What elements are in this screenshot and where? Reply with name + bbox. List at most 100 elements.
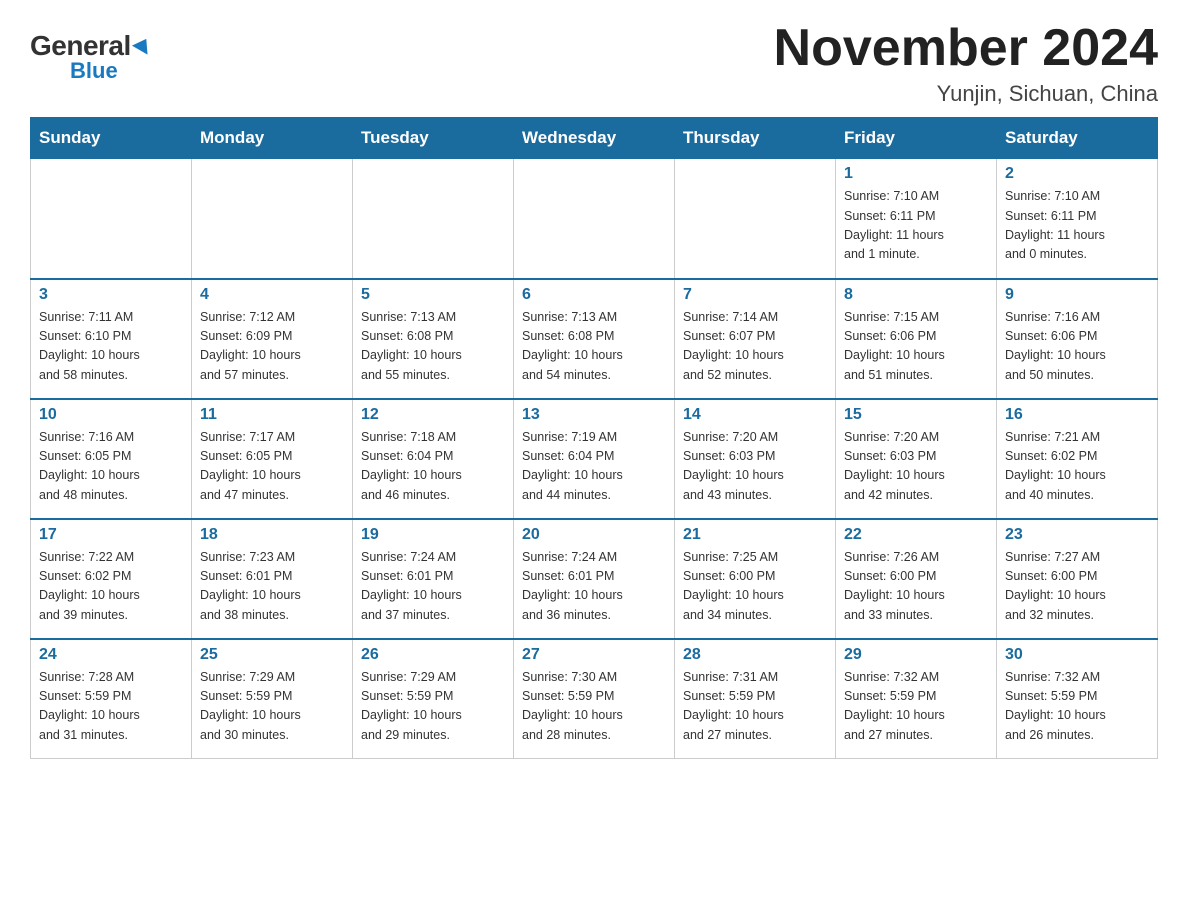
calendar-day-cell: 22 Sunrise: 7:26 AM Sunset: 6:00 PM Dayli…: [836, 519, 997, 639]
calendar-day-cell: 5Sunrise: 7:13 AM Sunset: 6:08 PM Daylig…: [353, 279, 514, 399]
day-info: Sunrise: 7:10 AM Sunset: 6:11 PM Dayligh…: [844, 187, 988, 265]
calendar-header-saturday: Saturday: [997, 118, 1158, 159]
day-info: Sunrise: 7:14 AM Sunset: 6:07 PM Dayligh…: [683, 308, 827, 386]
day-info: Sunrise: 7:26 AM Sunset: 6:00 PM Dayligh…: [844, 548, 988, 626]
calendar-day-cell: 25 Sunrise: 7:29 AM Sunset: 5:59 PM Dayli…: [192, 639, 353, 759]
day-info: Sunrise: 7:20 AM Sunset: 6:03 PM Dayligh…: [683, 428, 827, 506]
day-number: 14: [683, 406, 827, 424]
day-number: 11: [200, 406, 344, 424]
day-number: 26: [361, 646, 505, 664]
calendar-day-cell: 4Sunrise: 7:12 AM Sunset: 6:09 PM Daylig…: [192, 279, 353, 399]
calendar-day-cell: 15Sunrise: 7:20 AM Sunset: 6:03 PM Dayli…: [836, 399, 997, 519]
calendar-table: SundayMondayTuesdayWednesdayThursdayFrid…: [30, 117, 1158, 759]
day-info: Sunrise: 7:31 AM Sunset: 5:59 PM Dayligh…: [683, 668, 827, 746]
day-number: 9: [1005, 286, 1149, 304]
calendar-day-cell: 2 Sunrise: 7:10 AM Sunset: 6:11 PM Daylig…: [997, 159, 1158, 279]
calendar-day-cell: 17Sunrise: 7:22 AM Sunset: 6:02 PM Dayli…: [31, 519, 192, 639]
calendar-header-row: SundayMondayTuesdayWednesdayThursdayFrid…: [31, 118, 1158, 159]
day-info: Sunrise: 7:21 AM Sunset: 6:02 PM Dayligh…: [1005, 428, 1149, 506]
day-number: 2: [1005, 165, 1149, 183]
calendar-header-wednesday: Wednesday: [514, 118, 675, 159]
calendar-day-cell: 3Sunrise: 7:11 AM Sunset: 6:10 PM Daylig…: [31, 279, 192, 399]
day-number: 6: [522, 286, 666, 304]
day-info: Sunrise: 7:28 AM Sunset: 5:59 PM Dayligh…: [39, 668, 183, 746]
day-info: Sunrise: 7:25 AM Sunset: 6:00 PM Dayligh…: [683, 548, 827, 626]
day-number: 23: [1005, 526, 1149, 544]
day-number: 21: [683, 526, 827, 544]
calendar-day-cell: 19 Sunrise: 7:24 AM Sunset: 6:01 PM Dayli…: [353, 519, 514, 639]
calendar-day-cell: 21 Sunrise: 7:25 AM Sunset: 6:00 PM Dayli…: [675, 519, 836, 639]
day-number: 12: [361, 406, 505, 424]
day-info: Sunrise: 7:12 AM Sunset: 6:09 PM Dayligh…: [200, 308, 344, 386]
calendar-day-cell: [353, 159, 514, 279]
calendar-day-cell: 30 Sunrise: 7:32 AM Sunset: 5:59 PM Dayli…: [997, 639, 1158, 759]
month-title: November 2024: [774, 20, 1158, 77]
calendar-week-row: 10Sunrise: 7:16 AM Sunset: 6:05 PM Dayli…: [31, 399, 1158, 519]
day-info: Sunrise: 7:10 AM Sunset: 6:11 PM Dayligh…: [1005, 187, 1149, 265]
calendar-day-cell: 28 Sunrise: 7:31 AM Sunset: 5:59 PM Dayli…: [675, 639, 836, 759]
calendar-day-cell: 8Sunrise: 7:15 AM Sunset: 6:06 PM Daylig…: [836, 279, 997, 399]
day-number: 29: [844, 646, 988, 664]
logo-triangle-icon: [132, 34, 154, 54]
calendar-day-cell: 26 Sunrise: 7:29 AM Sunset: 5:59 PM Dayli…: [353, 639, 514, 759]
day-number: 16: [1005, 406, 1149, 424]
day-info: Sunrise: 7:32 AM Sunset: 5:59 PM Dayligh…: [1005, 668, 1149, 746]
day-number: 27: [522, 646, 666, 664]
day-info: Sunrise: 7:27 AM Sunset: 6:00 PM Dayligh…: [1005, 548, 1149, 626]
logo: General Blue: [30, 30, 152, 84]
calendar-week-row: 1Sunrise: 7:10 AM Sunset: 6:11 PM Daylig…: [31, 159, 1158, 279]
day-number: 10: [39, 406, 183, 424]
calendar-header-tuesday: Tuesday: [353, 118, 514, 159]
calendar-day-cell: [31, 159, 192, 279]
calendar-day-cell: [675, 159, 836, 279]
calendar-day-cell: 6 Sunrise: 7:13 AM Sunset: 6:08 PM Daylig…: [514, 279, 675, 399]
day-number: 13: [522, 406, 666, 424]
day-number: 19: [361, 526, 505, 544]
day-info: Sunrise: 7:19 AM Sunset: 6:04 PM Dayligh…: [522, 428, 666, 506]
calendar-day-cell: 10Sunrise: 7:16 AM Sunset: 6:05 PM Dayli…: [31, 399, 192, 519]
calendar-day-cell: 23 Sunrise: 7:27 AM Sunset: 6:00 PM Dayli…: [997, 519, 1158, 639]
day-info: Sunrise: 7:29 AM Sunset: 5:59 PM Dayligh…: [361, 668, 505, 746]
day-number: 17: [39, 526, 183, 544]
day-info: Sunrise: 7:29 AM Sunset: 5:59 PM Dayligh…: [200, 668, 344, 746]
calendar-day-cell: 9 Sunrise: 7:16 AM Sunset: 6:06 PM Daylig…: [997, 279, 1158, 399]
day-number: 5: [361, 286, 505, 304]
day-number: 7: [683, 286, 827, 304]
calendar-day-cell: 29Sunrise: 7:32 AM Sunset: 5:59 PM Dayli…: [836, 639, 997, 759]
day-number: 18: [200, 526, 344, 544]
day-info: Sunrise: 7:13 AM Sunset: 6:08 PM Dayligh…: [522, 308, 666, 386]
day-number: 24: [39, 646, 183, 664]
day-number: 25: [200, 646, 344, 664]
day-info: Sunrise: 7:16 AM Sunset: 6:06 PM Dayligh…: [1005, 308, 1149, 386]
calendar-week-row: 24 Sunrise: 7:28 AM Sunset: 5:59 PM Dayli…: [31, 639, 1158, 759]
calendar-day-cell: 12 Sunrise: 7:18 AM Sunset: 6:04 PM Dayli…: [353, 399, 514, 519]
calendar-day-cell: 14 Sunrise: 7:20 AM Sunset: 6:03 PM Dayli…: [675, 399, 836, 519]
page-header: General Blue November 2024 Yunjin, Sichu…: [30, 20, 1158, 107]
day-info: Sunrise: 7:15 AM Sunset: 6:06 PM Dayligh…: [844, 308, 988, 386]
calendar-day-cell: 20 Sunrise: 7:24 AM Sunset: 6:01 PM Dayli…: [514, 519, 675, 639]
calendar-day-cell: 11 Sunrise: 7:17 AM Sunset: 6:05 PM Dayli…: [192, 399, 353, 519]
day-info: Sunrise: 7:30 AM Sunset: 5:59 PM Dayligh…: [522, 668, 666, 746]
calendar-day-cell: 27 Sunrise: 7:30 AM Sunset: 5:59 PM Dayli…: [514, 639, 675, 759]
calendar-day-cell: 13 Sunrise: 7:19 AM Sunset: 6:04 PM Dayli…: [514, 399, 675, 519]
title-block: November 2024 Yunjin, Sichuan, China: [774, 20, 1158, 107]
day-info: Sunrise: 7:17 AM Sunset: 6:05 PM Dayligh…: [200, 428, 344, 506]
day-info: Sunrise: 7:18 AM Sunset: 6:04 PM Dayligh…: [361, 428, 505, 506]
calendar-week-row: 3Sunrise: 7:11 AM Sunset: 6:10 PM Daylig…: [31, 279, 1158, 399]
day-number: 22: [844, 526, 988, 544]
day-number: 15: [844, 406, 988, 424]
calendar-header-friday: Friday: [836, 118, 997, 159]
day-number: 3: [39, 286, 183, 304]
location-text: Yunjin, Sichuan, China: [774, 81, 1158, 107]
calendar-day-cell: 24 Sunrise: 7:28 AM Sunset: 5:59 PM Dayli…: [31, 639, 192, 759]
calendar-header-monday: Monday: [192, 118, 353, 159]
day-number: 28: [683, 646, 827, 664]
calendar-day-cell: 7 Sunrise: 7:14 AM Sunset: 6:07 PM Daylig…: [675, 279, 836, 399]
day-info: Sunrise: 7:24 AM Sunset: 6:01 PM Dayligh…: [361, 548, 505, 626]
day-number: 30: [1005, 646, 1149, 664]
day-number: 20: [522, 526, 666, 544]
calendar-day-cell: 18Sunrise: 7:23 AM Sunset: 6:01 PM Dayli…: [192, 519, 353, 639]
calendar-day-cell: [192, 159, 353, 279]
logo-blue-text: Blue: [70, 58, 118, 84]
day-info: Sunrise: 7:24 AM Sunset: 6:01 PM Dayligh…: [522, 548, 666, 626]
